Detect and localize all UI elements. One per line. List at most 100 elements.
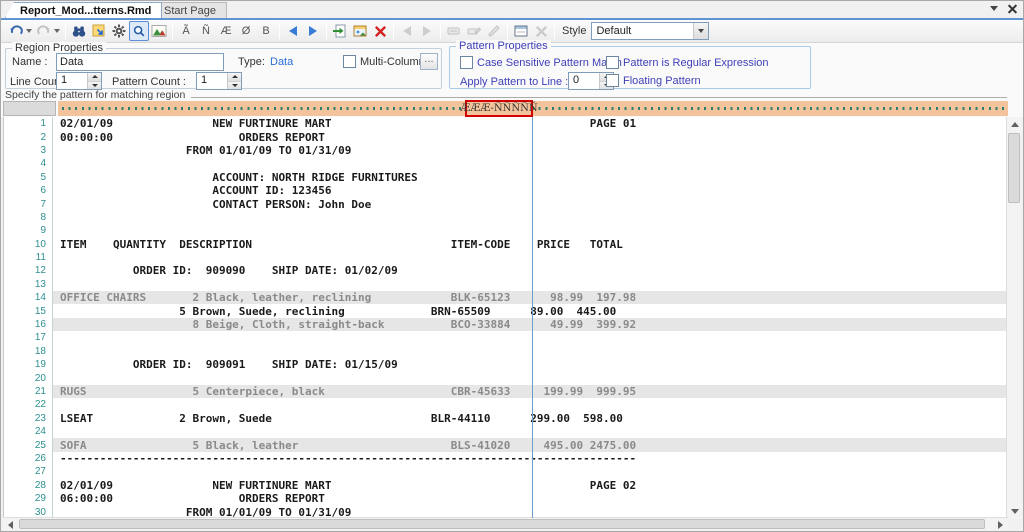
tab-report-model[interactable]: Report_Mod...tterns.Rmd — [5, 2, 162, 18]
multi-column-ellipsis-button[interactable]: ... — [420, 53, 438, 70]
properties-window-icon — [513, 23, 529, 39]
window-list-caret-icon[interactable] — [990, 6, 998, 11]
scroll-down-button[interactable] — [1007, 504, 1022, 519]
column-caret-line — [532, 101, 533, 518]
pattern-strip[interactable]: ÆÆÆ-ÑÑÑÑÑ — [58, 101, 1008, 116]
line-text — [53, 331, 1008, 344]
document-line[interactable]: 7 CONTACT PERSON: John Doe — [4, 197, 1008, 210]
vertical-scrollbar[interactable] — [1006, 117, 1021, 519]
document-line[interactable]: 22 — [4, 398, 1008, 411]
add-field-button[interactable] — [444, 21, 464, 41]
document-line[interactable]: 8 — [4, 211, 1008, 224]
pattern-gutter-box — [3, 101, 56, 116]
undo-button[interactable] — [6, 21, 26, 41]
undo-history-caret-icon[interactable] — [26, 29, 32, 33]
pattern-char-any-button[interactable]: Ø — [236, 21, 256, 41]
document-line[interactable]: 6 ACCOUNT ID: 123456 — [4, 184, 1008, 197]
document-line[interactable]: 2906:00:00 ORDERS REPORT — [4, 492, 1008, 505]
spin-up-button[interactable] — [88, 73, 101, 82]
document-line[interactable]: 16 8 Beige, Cloth, straight-back BCO-338… — [4, 318, 1008, 331]
next-field-button[interactable] — [417, 21, 437, 41]
document-line[interactable]: 200:00:00 ORDERS REPORT — [4, 130, 1008, 143]
field-format-button[interactable] — [484, 21, 504, 41]
document-line[interactable]: 4 — [4, 157, 1008, 170]
spin-down-button[interactable] — [88, 82, 101, 90]
line-number: 10 — [4, 238, 53, 251]
field-pencil-icon — [466, 23, 482, 39]
previous-match-button[interactable] — [283, 21, 303, 41]
line-text — [53, 278, 1008, 291]
scroll-right-button[interactable] — [993, 518, 1008, 531]
document-line[interactable]: 5 ACCOUNT: NORTH RIDGE FURNITURES — [4, 171, 1008, 184]
pattern-char-blank-button[interactable]: B — [256, 21, 276, 41]
redo-history-caret-icon[interactable] — [54, 29, 60, 33]
document-line[interactable]: 15 5 Brown, Suede, reclining BRN-65509 8… — [4, 304, 1008, 317]
scroll-left-button[interactable] — [3, 518, 18, 531]
spin-down-button[interactable] — [228, 82, 241, 90]
document-line[interactable]: 9 — [4, 224, 1008, 237]
settings-button[interactable] — [109, 21, 129, 41]
pattern-chart-button[interactable] — [149, 21, 169, 41]
line-number: 17 — [4, 331, 53, 344]
document-line[interactable]: 21RUGS 5 Centerpiece, black CBR-45633 19… — [4, 385, 1008, 398]
vertical-scroll-thumb[interactable] — [1008, 133, 1020, 203]
line-number: 11 — [4, 251, 53, 264]
floating-pattern-checkbox[interactable] — [606, 74, 619, 87]
style-combobox[interactable]: Default — [591, 22, 709, 40]
case-sensitive-checkbox[interactable] — [460, 56, 473, 69]
document-line[interactable]: 12 ORDER ID: 909090 SHIP DATE: 01/02/09 — [4, 264, 1008, 277]
document-line[interactable]: 2802/01/09 NEW FURTINURE MART PAGE 02 — [4, 479, 1008, 492]
redo-button[interactable] — [34, 21, 54, 41]
export-region-button[interactable] — [330, 21, 350, 41]
pattern-properties-title: Pattern Properties — [456, 40, 551, 52]
close-icon[interactable] — [1008, 4, 1017, 13]
document-line[interactable]: 102/01/09 NEW FURTINURE MART PAGE 01 — [4, 117, 1008, 130]
field-tag-icon — [446, 23, 462, 39]
previous-field-button[interactable] — [397, 21, 417, 41]
field-properties-button[interactable] — [511, 21, 531, 41]
document-line[interactable]: 13 — [4, 278, 1008, 291]
document-line[interactable]: 10ITEM QUANTITY DESCRIPTION ITEM-CODE PR… — [4, 238, 1008, 251]
pattern-char-alphanumeric-button[interactable]: Æ — [216, 21, 236, 41]
scroll-right-icon — [998, 521, 1003, 529]
document-line[interactable]: 11 — [4, 251, 1008, 264]
spin-up-button[interactable] — [228, 73, 241, 82]
document-line[interactable]: 14OFFICE CHAIRS 2 Black, leather, reclin… — [4, 291, 1008, 304]
pattern-note-button[interactable] — [89, 21, 109, 41]
document-line[interactable]: 27 — [4, 465, 1008, 478]
line-count-spinner[interactable]: 1 — [56, 72, 102, 90]
document-line[interactable]: 3 FROM 01/01/09 TO 01/31/09 — [4, 144, 1008, 157]
style-combobox-caret[interactable] — [693, 23, 708, 39]
line-number: 7 — [4, 197, 53, 210]
delete-field-button[interactable] — [531, 21, 551, 41]
line-text — [53, 224, 1008, 237]
pattern-match-box[interactable]: ÆÆÆ-ÑÑÑÑÑ — [465, 100, 533, 117]
document-line[interactable]: 17 — [4, 331, 1008, 344]
delete-region-button[interactable] — [370, 21, 390, 41]
zoom-preview-button[interactable] — [129, 21, 149, 41]
document-line[interactable]: 23LSEAT 2 Brown, Suede BLR-44110 299.00 … — [4, 412, 1008, 425]
separator — [279, 23, 280, 39]
regex-checkbox[interactable] — [606, 56, 619, 69]
document-line[interactable]: 25SOFA 5 Black, leather BLS-41020 495.00… — [4, 438, 1008, 451]
horizontal-scrollbar[interactable] — [3, 517, 1008, 530]
document-line[interactable]: 26--------------------------------------… — [4, 452, 1008, 465]
pattern-char-numeric-button[interactable]: Ñ — [196, 21, 216, 41]
scroll-up-button[interactable] — [1007, 117, 1022, 132]
multi-column-checkbox[interactable] — [343, 55, 356, 68]
arrow-left-icon — [289, 26, 297, 36]
next-match-button[interactable] — [303, 21, 323, 41]
document-line[interactable]: 20 — [4, 371, 1008, 384]
horizontal-scroll-thumb[interactable] — [19, 519, 985, 529]
document-line[interactable]: 18 — [4, 345, 1008, 358]
find-button[interactable] — [69, 21, 89, 41]
pattern-char-alpha-button[interactable]: Ã — [176, 21, 196, 41]
report-preview-button[interactable] — [350, 21, 370, 41]
report-document-view[interactable]: 102/01/09 NEW FURTINURE MART PAGE 01200:… — [3, 117, 1008, 519]
document-line[interactable]: 24 — [4, 425, 1008, 438]
separator — [393, 23, 394, 39]
pattern-count-spinner[interactable]: 1 — [196, 72, 242, 90]
document-line[interactable]: 19 ORDER ID: 909091 SHIP DATE: 01/15/09 — [4, 358, 1008, 371]
region-name-input[interactable]: Data — [56, 53, 224, 71]
edit-field-button[interactable] — [464, 21, 484, 41]
